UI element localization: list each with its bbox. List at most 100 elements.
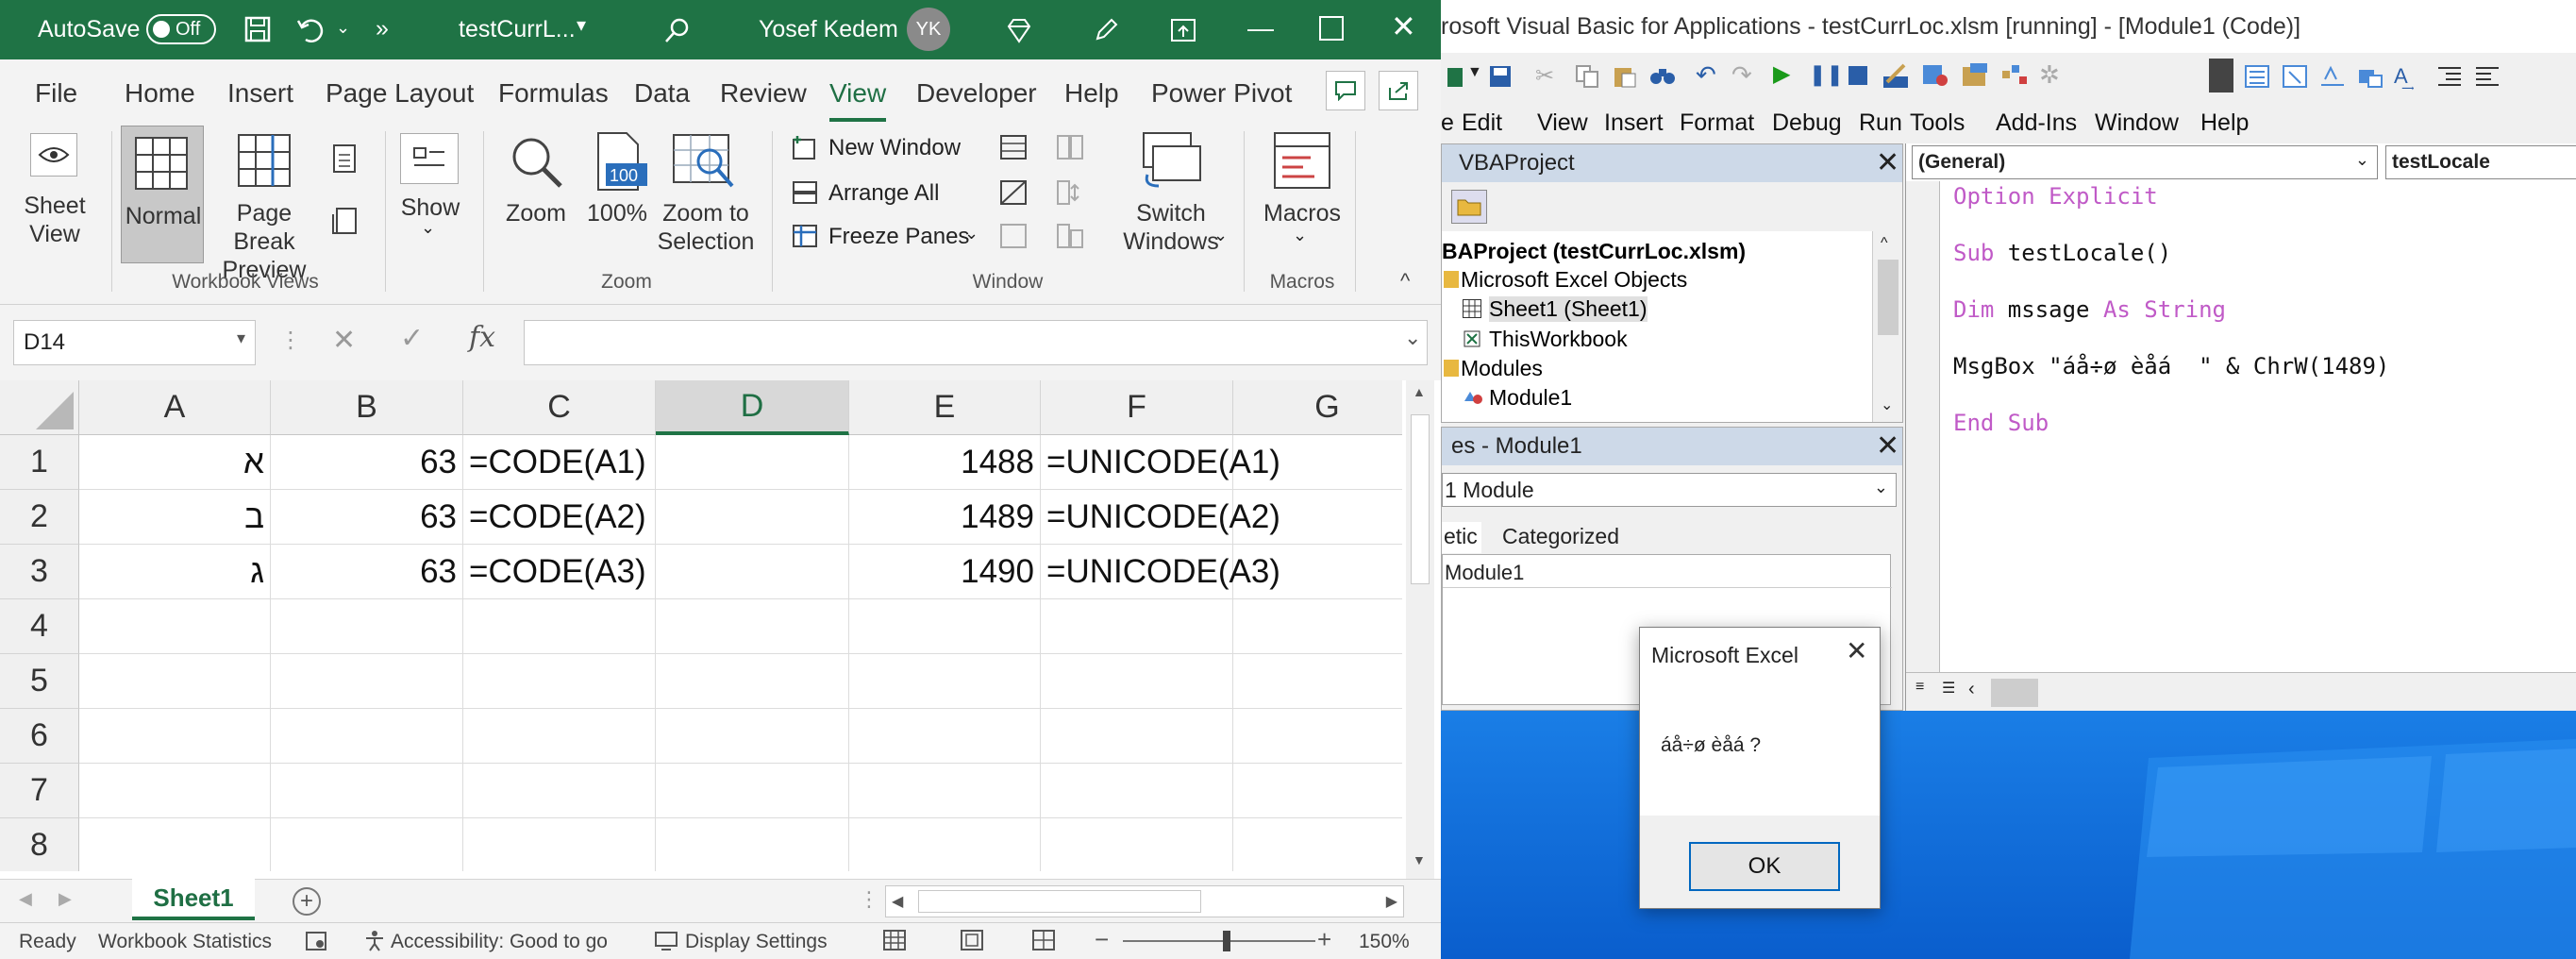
column-header-a[interactable]: A: [79, 380, 271, 435]
display-settings-icon[interactable]: [653, 929, 679, 953]
fx-button[interactable]: fx: [469, 321, 495, 354]
list-constants-icon[interactable]: [2281, 62, 2309, 91]
tab-home[interactable]: Home: [125, 78, 195, 109]
menu-window[interactable]: Window: [2095, 109, 2179, 137]
tab-page-layout[interactable]: Page Layout: [326, 78, 474, 109]
freeze-panes-button[interactable]: Freeze Panes: [828, 224, 969, 250]
zoom-slider-thumb[interactable]: [1223, 931, 1230, 951]
row-header[interactable]: 8: [0, 818, 79, 871]
tree-module1[interactable]: Module1: [1489, 385, 1572, 411]
autosave-toggle[interactable]: Off: [146, 14, 216, 44]
close-icon[interactable]: ✕: [1846, 635, 1867, 666]
cell-f3[interactable]: =UNICODE(A3): [1041, 545, 1280, 599]
chevron-down-icon[interactable]: ⌄: [2355, 150, 2369, 170]
tab-review[interactable]: Review: [720, 78, 807, 109]
chevron-down-icon[interactable]: ▼: [1467, 64, 1482, 81]
accessibility-icon[interactable]: [362, 929, 387, 953]
name-box[interactable]: D14 ▾: [13, 320, 256, 365]
cell-d1[interactable]: [656, 435, 849, 490]
project-explorer-icon[interactable]: [1920, 60, 1950, 91]
zoom-level[interactable]: 150%: [1359, 931, 1410, 953]
row-header[interactable]: 2: [0, 490, 79, 545]
view-excel-icon[interactable]: [1443, 64, 1467, 91]
user-name[interactable]: Yosef Kedem: [759, 16, 898, 43]
column-header-c[interactable]: C: [463, 380, 656, 435]
zoom-in-icon[interactable]: +: [1317, 925, 1331, 954]
zoom-slider[interactable]: [1123, 940, 1315, 942]
scroll-up-icon[interactable]: ▲: [1413, 384, 1426, 399]
code-line-2[interactable]: Sub testLocale(): [1953, 240, 2171, 266]
search-icon[interactable]: [661, 13, 694, 47]
split-icon[interactable]: [998, 133, 1029, 161]
workbook-statistics-button[interactable]: Workbook Statistics: [98, 931, 272, 953]
zoom-100-button[interactable]: 100%: [581, 199, 653, 227]
select-all-corner[interactable]: [0, 380, 79, 435]
menu-insert[interactable]: Insert: [1604, 109, 1664, 137]
empty-cells[interactable]: [79, 599, 1402, 871]
overflow-icon[interactable]: »: [376, 15, 389, 42]
chevron-down-icon[interactable]: ⌄: [1874, 478, 1888, 497]
save-icon[interactable]: [242, 13, 274, 45]
menu-add-ins[interactable]: Add-Ins: [1996, 109, 2077, 137]
tree-excel-objects[interactable]: Microsoft Excel Objects: [1461, 267, 1687, 293]
column-header-f[interactable]: F: [1041, 380, 1233, 435]
comments-icon[interactable]: [1326, 71, 1365, 110]
avatar[interactable]: YK: [907, 8, 950, 51]
filename-dropdown-icon[interactable]: ▾: [577, 13, 586, 37]
tab-insert[interactable]: Insert: [227, 78, 293, 109]
more-icon[interactable]: ⋮: [279, 327, 302, 354]
design-mode-icon[interactable]: [1881, 60, 1911, 91]
row-header[interactable]: 4: [0, 599, 79, 654]
undo-icon[interactable]: ↶: [1696, 60, 1716, 90]
horizontal-scrollbar[interactable]: ◀ ▶: [885, 885, 1404, 917]
menu-view[interactable]: View: [1537, 109, 1588, 137]
reset-window-position-icon[interactable]: [1055, 222, 1085, 250]
cell-f2[interactable]: =UNICODE(A2): [1041, 490, 1280, 545]
toolbar-handle-icon[interactable]: [2209, 59, 2233, 93]
menu-tools[interactable]: Tools: [1910, 109, 1965, 137]
cell-b1[interactable]: 63: [271, 435, 463, 490]
cell-b3[interactable]: 63: [271, 545, 463, 599]
save-icon[interactable]: [1486, 62, 1514, 91]
cell-e1[interactable]: 1488: [849, 435, 1041, 490]
minimize-icon[interactable]: —: [1247, 13, 1274, 43]
code-line-5[interactable]: End Sub: [1953, 410, 2049, 436]
tab-help[interactable]: Help: [1064, 78, 1119, 109]
tab-alphabetic[interactable]: etic: [1442, 522, 1481, 553]
splitter-icon[interactable]: ⋮: [859, 887, 879, 912]
properties-window-icon[interactable]: [1960, 60, 1990, 91]
scroll-right-icon[interactable]: ▶: [1386, 892, 1397, 911]
parameter-info-icon[interactable]: [2356, 62, 2384, 91]
indent-icon[interactable]: [2435, 62, 2464, 91]
scrollbar-thumb[interactable]: [918, 890, 1201, 913]
tab-data[interactable]: Data: [634, 78, 690, 109]
column-header-g[interactable]: G: [1233, 380, 1402, 435]
full-module-view-icon[interactable]: ☰: [1942, 679, 1955, 698]
zoom-out-icon[interactable]: −: [1095, 925, 1109, 954]
cut-icon[interactable]: ✂: [1535, 62, 1554, 90]
arrange-all-button[interactable]: Arrange All: [828, 180, 939, 207]
redo-icon[interactable]: ↷: [1731, 60, 1752, 90]
copy-icon[interactable]: [1573, 62, 1601, 91]
pen-icon[interactable]: [1089, 13, 1123, 47]
quick-info-icon[interactable]: [2318, 62, 2347, 91]
view-side-by-side-icon[interactable]: [1055, 133, 1085, 161]
page-layout-view-icon[interactable]: [959, 927, 985, 953]
close-icon[interactable]: ✕: [1876, 429, 1899, 463]
find-icon[interactable]: [1648, 62, 1677, 91]
undo-icon[interactable]: [294, 13, 328, 45]
cell-c1[interactable]: =CODE(A1): [463, 435, 656, 490]
formula-input[interactable]: [524, 320, 1428, 365]
column-header-b[interactable]: B: [271, 380, 463, 435]
macros-button[interactable]: Macros: [1255, 199, 1349, 227]
row-header[interactable]: 3: [0, 545, 79, 599]
tree-project[interactable]: BAProject (testCurrLoc.xlsm): [1442, 239, 1746, 264]
share-icon[interactable]: [1379, 71, 1418, 110]
tab-developer[interactable]: Developer: [916, 78, 1037, 109]
run-icon[interactable]: ▶: [1773, 60, 1790, 88]
code-line-3[interactable]: Dim mssage As String: [1953, 296, 2226, 323]
display-settings-button[interactable]: Display Settings: [685, 931, 828, 953]
scroll-down-icon[interactable]: ⌄: [1881, 395, 1893, 414]
procedure-combo[interactable]: testLocale: [2385, 145, 2576, 179]
column-header-d[interactable]: D: [656, 380, 849, 435]
